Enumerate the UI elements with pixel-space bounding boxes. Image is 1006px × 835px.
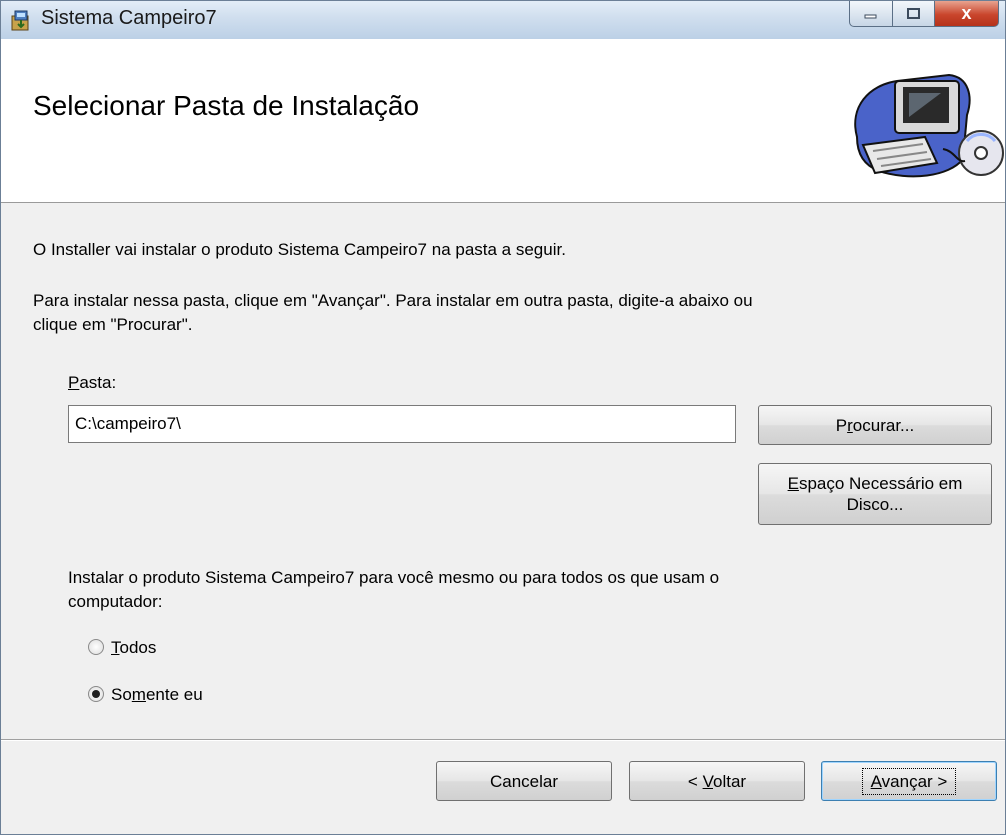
footer-divider [1, 739, 1005, 741]
browse-button[interactable]: Procurar... [758, 405, 992, 445]
radio-only-me[interactable] [88, 686, 104, 702]
back-label-accel: V [702, 771, 713, 791]
back-label-post: oltar [712, 771, 747, 791]
back-button-label: < Voltar [688, 771, 746, 792]
folder-label-rest: asta: [79, 373, 117, 392]
radio-all-users[interactable] [88, 639, 104, 655]
radio-all-rest: odos [119, 638, 157, 657]
install-for-text-line1: Instalar o produto Sistema Campeiro7 par… [68, 568, 720, 587]
radio-all-users-label[interactable]: Todos [111, 637, 156, 659]
cancel-button[interactable]: Cancelar [436, 761, 612, 801]
disk-space-button-label: Espaço Necessário em Disco... [788, 473, 963, 515]
installer-icon [11, 10, 29, 31]
disk-space-label-line1: spaço Necessário em [798, 474, 963, 493]
back-label-pre: < [687, 771, 703, 791]
close-button[interactable]: x [935, 1, 999, 27]
close-icon: x [961, 3, 972, 23]
radio-only-me-label[interactable]: Somente eu [111, 684, 203, 706]
title-bar[interactable]: Sistema Campeiro7 x [1, 1, 1005, 39]
folder-label: Pasta: [68, 372, 116, 394]
next-label-accel: A [870, 771, 882, 791]
radio-me-post: ente eu [145, 685, 203, 704]
folder-label-accel: P [68, 373, 80, 392]
instructions-text-line1: Para instalar nessa pasta, clique em "Av… [33, 291, 753, 310]
installer-window: Sistema Campeiro7 x Selecionar Pasta de … [0, 0, 1006, 835]
browse-label-pre: P [835, 415, 848, 435]
intro-text: O Installer vai instalar o produto Siste… [33, 240, 566, 259]
radio-all-accel: T [111, 638, 120, 657]
next-label-post: vançar > [881, 771, 948, 791]
next-button[interactable]: Avançar > [821, 761, 997, 801]
browse-button-label: Procurar... [836, 415, 914, 436]
minimize-button[interactable] [849, 1, 893, 27]
caption-buttons: x [849, 1, 999, 29]
back-button[interactable]: < Voltar [629, 761, 805, 801]
computer-disc-icon [854, 73, 1004, 178]
next-button-label: Avançar > [861, 767, 957, 795]
browse-label-post: ocurar... [852, 415, 915, 435]
window-title: Sistema Campeiro7 [41, 7, 217, 29]
radio-me-accel: m [131, 685, 146, 704]
page-title: Selecionar Pasta de Instalação [33, 90, 420, 121]
maximize-icon [906, 7, 920, 19]
radio-selected-dot [92, 690, 100, 698]
disk-space-button[interactable]: Espaço Necessário em Disco... [758, 463, 992, 525]
cancel-button-label: Cancelar [489, 771, 559, 791]
radio-me-pre: So [111, 685, 132, 704]
folder-path-input[interactable] [68, 405, 736, 443]
wizard-header: Selecionar Pasta de Instalação [1, 39, 1005, 203]
maximize-button[interactable] [893, 1, 935, 27]
disk-space-label-line2: Disco... [846, 495, 904, 514]
install-for-text-line2: computador: [68, 592, 163, 611]
minimize-icon [864, 14, 877, 18]
disk-space-label-accel: E [787, 474, 799, 493]
instructions-text-line2: clique em "Procurar". [33, 315, 193, 334]
